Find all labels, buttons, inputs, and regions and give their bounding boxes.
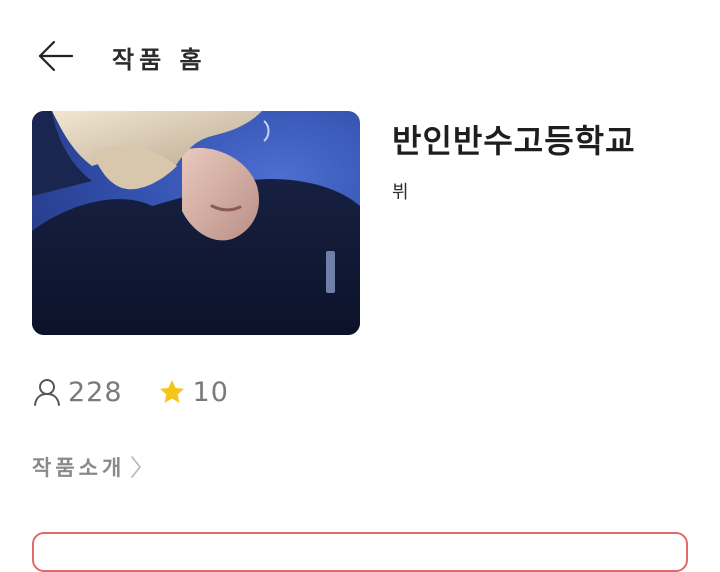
star-icon: [157, 377, 187, 407]
stats-row: 228 10: [32, 372, 263, 412]
work-title: 반인반수고등학교: [392, 122, 636, 160]
readers-stat: 228: [32, 377, 123, 408]
back-button[interactable]: [36, 36, 76, 76]
cover-illustration: [32, 111, 360, 335]
user-icon: [32, 377, 62, 407]
stars-count: 10: [192, 376, 229, 408]
page-title: 작품 홈: [112, 46, 207, 74]
arrow-left-icon: [38, 40, 74, 72]
readers-count: 228: [68, 376, 123, 408]
intro-label: 작품소개: [32, 456, 126, 480]
cover-image[interactable]: [32, 111, 360, 335]
stars-stat: 10: [157, 377, 229, 408]
chevron-right-icon: [129, 454, 143, 480]
author-name[interactable]: 뷔: [392, 178, 409, 204]
work-intro-link[interactable]: 작품소개: [32, 452, 143, 482]
action-box[interactable]: [32, 532, 688, 572]
app-header: 작품 홈: [0, 0, 720, 110]
